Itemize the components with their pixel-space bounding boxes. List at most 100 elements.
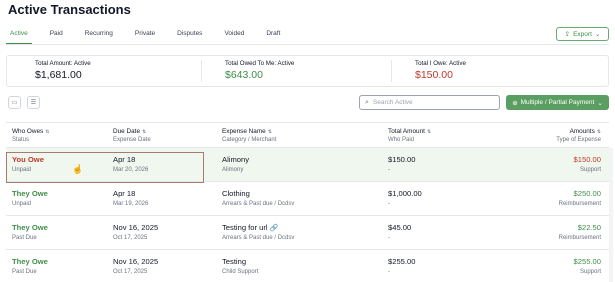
- row-status: Past Due: [12, 235, 37, 241]
- sort-icon: ⇅: [267, 128, 272, 135]
- summary-label: Total Amount: Active: [35, 60, 91, 67]
- export-label: Export: [573, 30, 592, 38]
- table-row[interactable]: They Owe Unpaid Apr 18 Mar 19, 2026 Clot…: [6, 182, 609, 216]
- column-who-owes-label: Who Owes: [12, 128, 44, 135]
- summary-value: $1,681.00: [35, 69, 82, 81]
- column-expense-date-label: Expense Date: [113, 137, 151, 143]
- column-type-label: Type of Expense: [556, 137, 601, 143]
- selected-cell-outline: [6, 152, 204, 183]
- tab-disputes[interactable]: Disputes: [173, 28, 206, 44]
- table-row[interactable]: They Owe Past Due Nov 16, 2025 Oct 17, 2…: [6, 216, 609, 250]
- payment-icon: ⊕: [512, 99, 518, 107]
- row-amount: $255.00: [573, 257, 601, 266]
- tab-paid[interactable]: Paid: [46, 28, 67, 44]
- sort-icon: ⇅: [45, 128, 50, 135]
- summary-owed-to-me: Total Owed To Me: Active $643.00: [225, 60, 294, 81]
- summary-divider: [201, 60, 202, 82]
- link-icon[interactable]: 🔗: [270, 225, 279, 232]
- tab-recurring[interactable]: Recurring: [81, 28, 117, 44]
- search-icon: ⌕: [365, 98, 369, 106]
- row-expense-date: Oct 17, 2025: [113, 235, 148, 241]
- row-amount: $150.00: [573, 155, 601, 164]
- column-who-paid-label: Who Paid: [388, 137, 415, 143]
- row-category: Arrears & Past due / Dcdsv: [222, 235, 295, 241]
- summary-i-owe: Total I Owe: Active $150.00: [415, 60, 466, 81]
- search-box[interactable]: ⌕: [359, 95, 500, 110]
- table-header: Who Owes ⇅ Status Due Date ⇅ Expense Date …: [6, 122, 609, 148]
- row-who-paid: -: [388, 235, 390, 241]
- summary-total-amount: Total Amount: Active $1,681.00: [35, 60, 91, 81]
- row-who-owes: They Owe: [12, 189, 48, 198]
- row-due-date: Nov 16, 2025: [113, 257, 159, 266]
- list-view-button[interactable]: ☰: [27, 96, 40, 109]
- tab-draft[interactable]: Draft: [262, 28, 284, 44]
- summary-divider: [391, 60, 392, 82]
- summary-label: Total I Owe: Active: [415, 60, 466, 67]
- row-expense-name: Alimony: [222, 155, 250, 164]
- row-expense-name: Testing for url: [222, 223, 268, 232]
- chevron-down-icon: ⌄: [594, 31, 601, 38]
- row-total-amount: $255.00: [388, 257, 416, 266]
- grid-icon: ▭: [11, 100, 18, 106]
- row-expense-type: Support: [579, 167, 601, 173]
- tab-divider: [6, 44, 609, 45]
- column-status-label: Status: [12, 137, 30, 143]
- row-category: Child Support: [222, 269, 259, 275]
- row-total-amount: $45.00: [388, 223, 412, 232]
- row-who-owes: They Owe: [12, 223, 48, 232]
- sort-icon: ⇅: [596, 128, 601, 135]
- sort-icon: ⇅: [142, 128, 147, 135]
- row-due-date: Nov 16, 2025: [113, 223, 159, 232]
- table-row[interactable]: They Owe Past Due Nov 16, 2025 Oct 17, 2…: [6, 250, 609, 282]
- multiple-partial-payment-button[interactable]: ⊕ Multiple / Partial Payment ⌄: [506, 95, 609, 110]
- column-expense-name-label: Expense Name: [222, 128, 266, 135]
- scrollbar[interactable]: [609, 148, 613, 282]
- row-who-paid: -: [388, 167, 390, 173]
- multiple-partial-payment-label: Multiple / Partial Payment: [520, 99, 595, 106]
- column-amounts[interactable]: Amounts ⇅ Type of Expense: [556, 128, 601, 143]
- row-total-amount: $1,000.00: [388, 189, 422, 198]
- row-status: Unpaid: [12, 201, 32, 207]
- row-who-owes: They Owe: [12, 257, 48, 266]
- row-expense-type: Reimbursement: [558, 201, 601, 207]
- column-total-amount[interactable]: Total Amount ⇅ Who Paid: [388, 128, 431, 143]
- tab-private[interactable]: Private: [131, 28, 159, 44]
- column-category-label: Category / Merchant: [222, 137, 277, 143]
- sort-icon: ⇅: [426, 128, 432, 135]
- tab-voided[interactable]: Voided: [220, 28, 248, 44]
- column-amounts-label: Amounts: [569, 128, 595, 135]
- summary-value: $643.00: [225, 69, 263, 81]
- column-expense-name[interactable]: Expense Name ⇅ Category / Merchant: [222, 128, 276, 143]
- chevron-down-icon: ⌄: [597, 99, 603, 107]
- row-expense-type: Reimbursement: [558, 235, 601, 241]
- row-due-date: Apr 18: [113, 189, 136, 198]
- column-who-owes[interactable]: Who Owes ⇅ Status: [12, 128, 49, 143]
- list-icon: ☰: [30, 100, 37, 106]
- summary-value: $150.00: [415, 69, 453, 81]
- tab-bar: Active Paid Recurring Private Disputes V…: [6, 28, 298, 44]
- search-input[interactable]: [372, 99, 488, 106]
- row-expense-date: Oct 17, 2025: [113, 269, 148, 275]
- summary-label: Total Owed To Me: Active: [225, 60, 295, 67]
- row-expense-name: Testing: [222, 257, 247, 266]
- row-amount: $250.00: [573, 189, 601, 198]
- column-due-date[interactable]: Due Date ⇅ Expense Date: [113, 128, 151, 143]
- pointer-cursor-icon: ☝: [72, 164, 84, 174]
- column-due-date-label: Due Date: [113, 128, 140, 135]
- row-total-amount: $150.00: [388, 155, 416, 164]
- row-who-paid: -: [388, 269, 390, 275]
- row-category: Arrears & Past due / Dcdsv: [222, 201, 295, 207]
- tab-active[interactable]: Active: [6, 28, 32, 44]
- row-amount: $22.50: [577, 223, 601, 232]
- page-title: Active Transactions: [8, 2, 131, 17]
- row-category: Alimony: [222, 167, 244, 173]
- row-who-paid: -: [388, 201, 390, 207]
- summary-panel: Total Amount: Active $1,681.00 Total Owe…: [6, 55, 609, 87]
- card-view-button[interactable]: ▭: [8, 96, 21, 109]
- row-expense-name: Clothing: [222, 189, 250, 198]
- column-total-amount-label: Total Amount: [388, 128, 425, 135]
- row-expense-date: Mar 19, 2026: [113, 201, 149, 207]
- row-status: Past Due: [12, 269, 37, 275]
- export-button[interactable]: ⇪ Export ⌄: [556, 27, 609, 41]
- export-icon: ⇪: [564, 31, 571, 38]
